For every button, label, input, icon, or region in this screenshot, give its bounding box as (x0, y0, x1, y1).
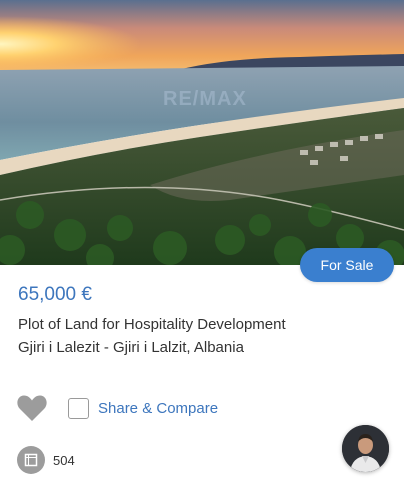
compare-checkbox[interactable] (68, 398, 89, 419)
property-photo[interactable]: RE/MAX (0, 0, 404, 265)
property-card[interactable]: RE/MAX For Sale 65,000 € Plot of Land fo… (0, 0, 404, 480)
plot-area-icon (17, 446, 45, 474)
listing-price: 65,000 € (18, 284, 92, 305)
agent-avatar[interactable] (342, 425, 389, 472)
share-compare-label[interactable]: Share & Compare (98, 400, 218, 417)
remax-watermark: RE/MAX (163, 88, 247, 110)
share-compare-toggle[interactable]: Share & Compare (68, 398, 218, 419)
listing-location: Gjiri i Lalezit - Gjiri i Lalzit, Albani… (18, 339, 244, 356)
for-sale-badge[interactable]: For Sale (300, 248, 394, 282)
listing-title[interactable]: Plot of Land for Hospitality Development (18, 316, 286, 333)
plot-area-value: 504 (53, 453, 75, 468)
heart-icon[interactable] (16, 393, 48, 423)
